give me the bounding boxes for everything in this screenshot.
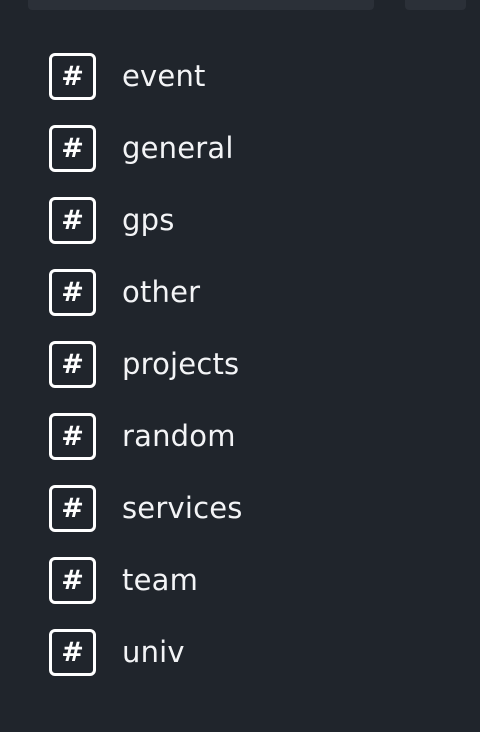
channel-item-other[interactable]: # other [0, 256, 480, 328]
channel-item-team[interactable]: # team [0, 544, 480, 616]
channel-label: random [122, 419, 236, 453]
channel-label: univ [122, 635, 185, 669]
channel-label: general [122, 131, 234, 165]
channel-label: services [122, 491, 243, 525]
channel-label: other [122, 275, 201, 309]
hash-icon: # [49, 124, 96, 172]
channel-label: gps [122, 203, 175, 237]
channel-item-gps[interactable]: # gps [0, 184, 480, 256]
channel-item-projects[interactable]: # projects [0, 328, 480, 400]
hash-icon: # [49, 484, 96, 532]
hash-icon: # [49, 412, 96, 460]
hash-icon: # [49, 340, 96, 388]
hash-icon: # [49, 268, 96, 316]
channel-item-services[interactable]: # services [0, 472, 480, 544]
hash-icon: # [49, 52, 96, 100]
hash-icon: # [49, 628, 96, 676]
channel-list: # event # general # gps # other # projec… [0, 40, 480, 688]
search-bar[interactable] [28, 0, 374, 10]
hash-icon: # [49, 196, 96, 244]
channel-label: event [122, 59, 206, 93]
channel-sidebar: # event # general # gps # other # projec… [0, 0, 480, 732]
hash-icon: # [49, 556, 96, 604]
top-action-button[interactable] [405, 0, 466, 10]
channel-label: team [122, 563, 199, 597]
channel-item-event[interactable]: # event [0, 40, 480, 112]
channel-label: projects [122, 347, 240, 381]
channel-item-general[interactable]: # general [0, 112, 480, 184]
channel-item-random[interactable]: # random [0, 400, 480, 472]
channel-item-univ[interactable]: # univ [0, 616, 480, 688]
